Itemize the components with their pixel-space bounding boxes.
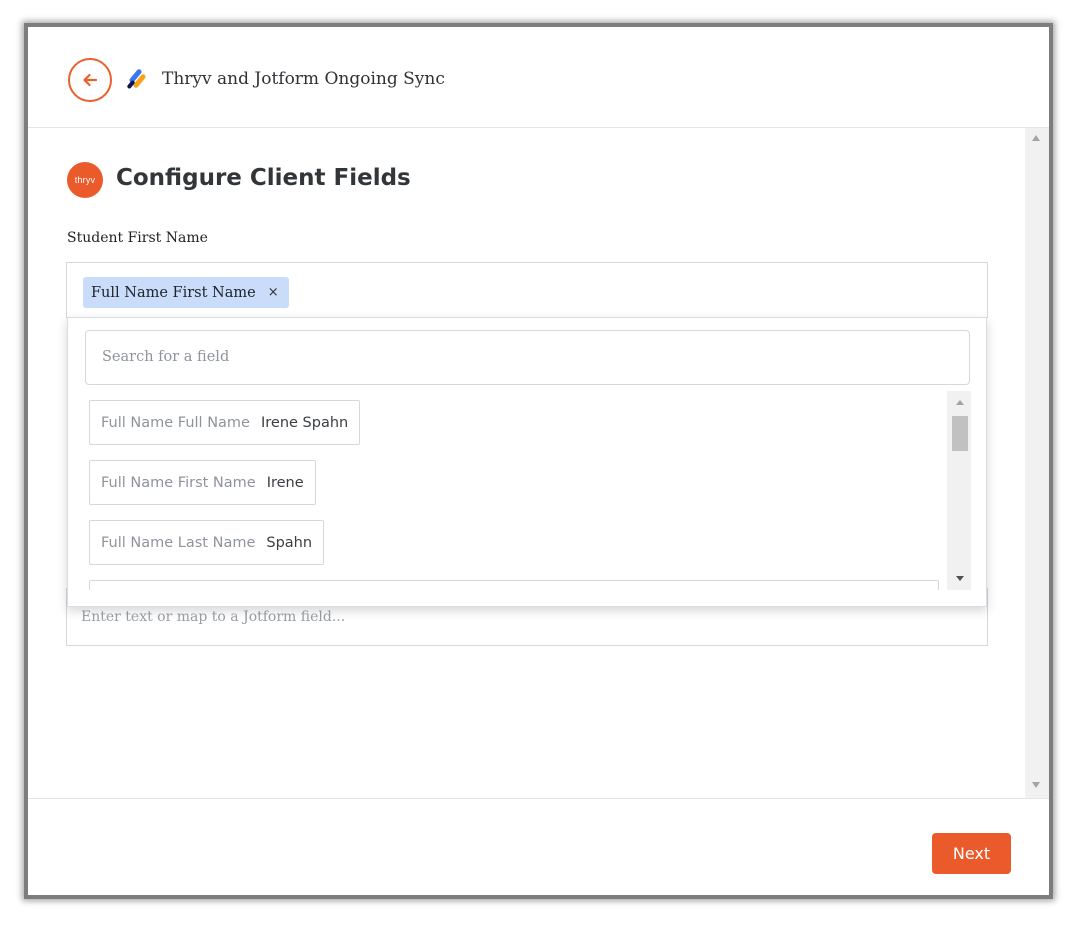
remove-chip-icon[interactable]: × bbox=[268, 285, 279, 300]
section-title: Configure Client Fields bbox=[116, 165, 411, 191]
scroll-thumb[interactable] bbox=[952, 416, 968, 451]
scroll-down-icon[interactable] bbox=[1032, 782, 1040, 788]
option-item[interactable]: Full Name First Name Irene bbox=[89, 460, 316, 505]
thryv-logo-badge: thryv bbox=[67, 162, 103, 198]
options-scrollbar[interactable] bbox=[947, 391, 971, 590]
options-list: Full Name Full Name Irene Spahn Full Nam… bbox=[89, 400, 941, 590]
field-dropdown: Search for a field Full Name Full Name I… bbox=[67, 317, 987, 607]
window-title: Thryv and Jotform Ongoing Sync bbox=[162, 69, 445, 89]
option-item-partial[interactable] bbox=[89, 580, 939, 590]
footer: Next bbox=[28, 798, 1049, 895]
main-content: thryv Configure Client Fields Student Fi… bbox=[28, 128, 1049, 798]
scroll-down-icon[interactable] bbox=[956, 576, 964, 581]
option-name: Full Name First Name bbox=[101, 474, 256, 491]
scroll-up-icon[interactable] bbox=[1032, 135, 1040, 141]
mapped-field-input[interactable]: Full Name First Name × bbox=[66, 262, 988, 318]
option-item[interactable]: Full Name Full Name Irene Spahn bbox=[89, 400, 361, 445]
chip-label: Full Name First Name bbox=[91, 284, 256, 301]
option-value: Spahn bbox=[266, 534, 313, 551]
app-window: Thryv and Jotform Ongoing Sync thryv Con… bbox=[24, 23, 1053, 899]
field-label: Student First Name bbox=[67, 230, 208, 246]
arrow-left-icon bbox=[83, 73, 98, 87]
next-field-placeholder: Enter text or map to a Jotform field... bbox=[81, 609, 346, 625]
sync-app-logo bbox=[127, 69, 146, 89]
option-item[interactable]: Full Name Last Name Spahn bbox=[89, 520, 325, 565]
option-value: Irene bbox=[266, 474, 304, 491]
search-input[interactable]: Search for a field bbox=[85, 330, 970, 385]
option-name: Full Name Full Name bbox=[101, 414, 250, 431]
back-button[interactable] bbox=[68, 58, 112, 102]
selected-field-chip: Full Name First Name × bbox=[83, 277, 289, 308]
scroll-up-icon[interactable] bbox=[956, 400, 964, 405]
option-name: Full Name Last Name bbox=[101, 534, 256, 551]
search-placeholder: Search for a field bbox=[102, 349, 230, 365]
main-scrollbar[interactable] bbox=[1025, 128, 1049, 798]
option-value: Irene Spahn bbox=[260, 414, 349, 431]
next-button[interactable]: Next bbox=[932, 833, 1011, 874]
header: Thryv and Jotform Ongoing Sync bbox=[28, 27, 1049, 128]
